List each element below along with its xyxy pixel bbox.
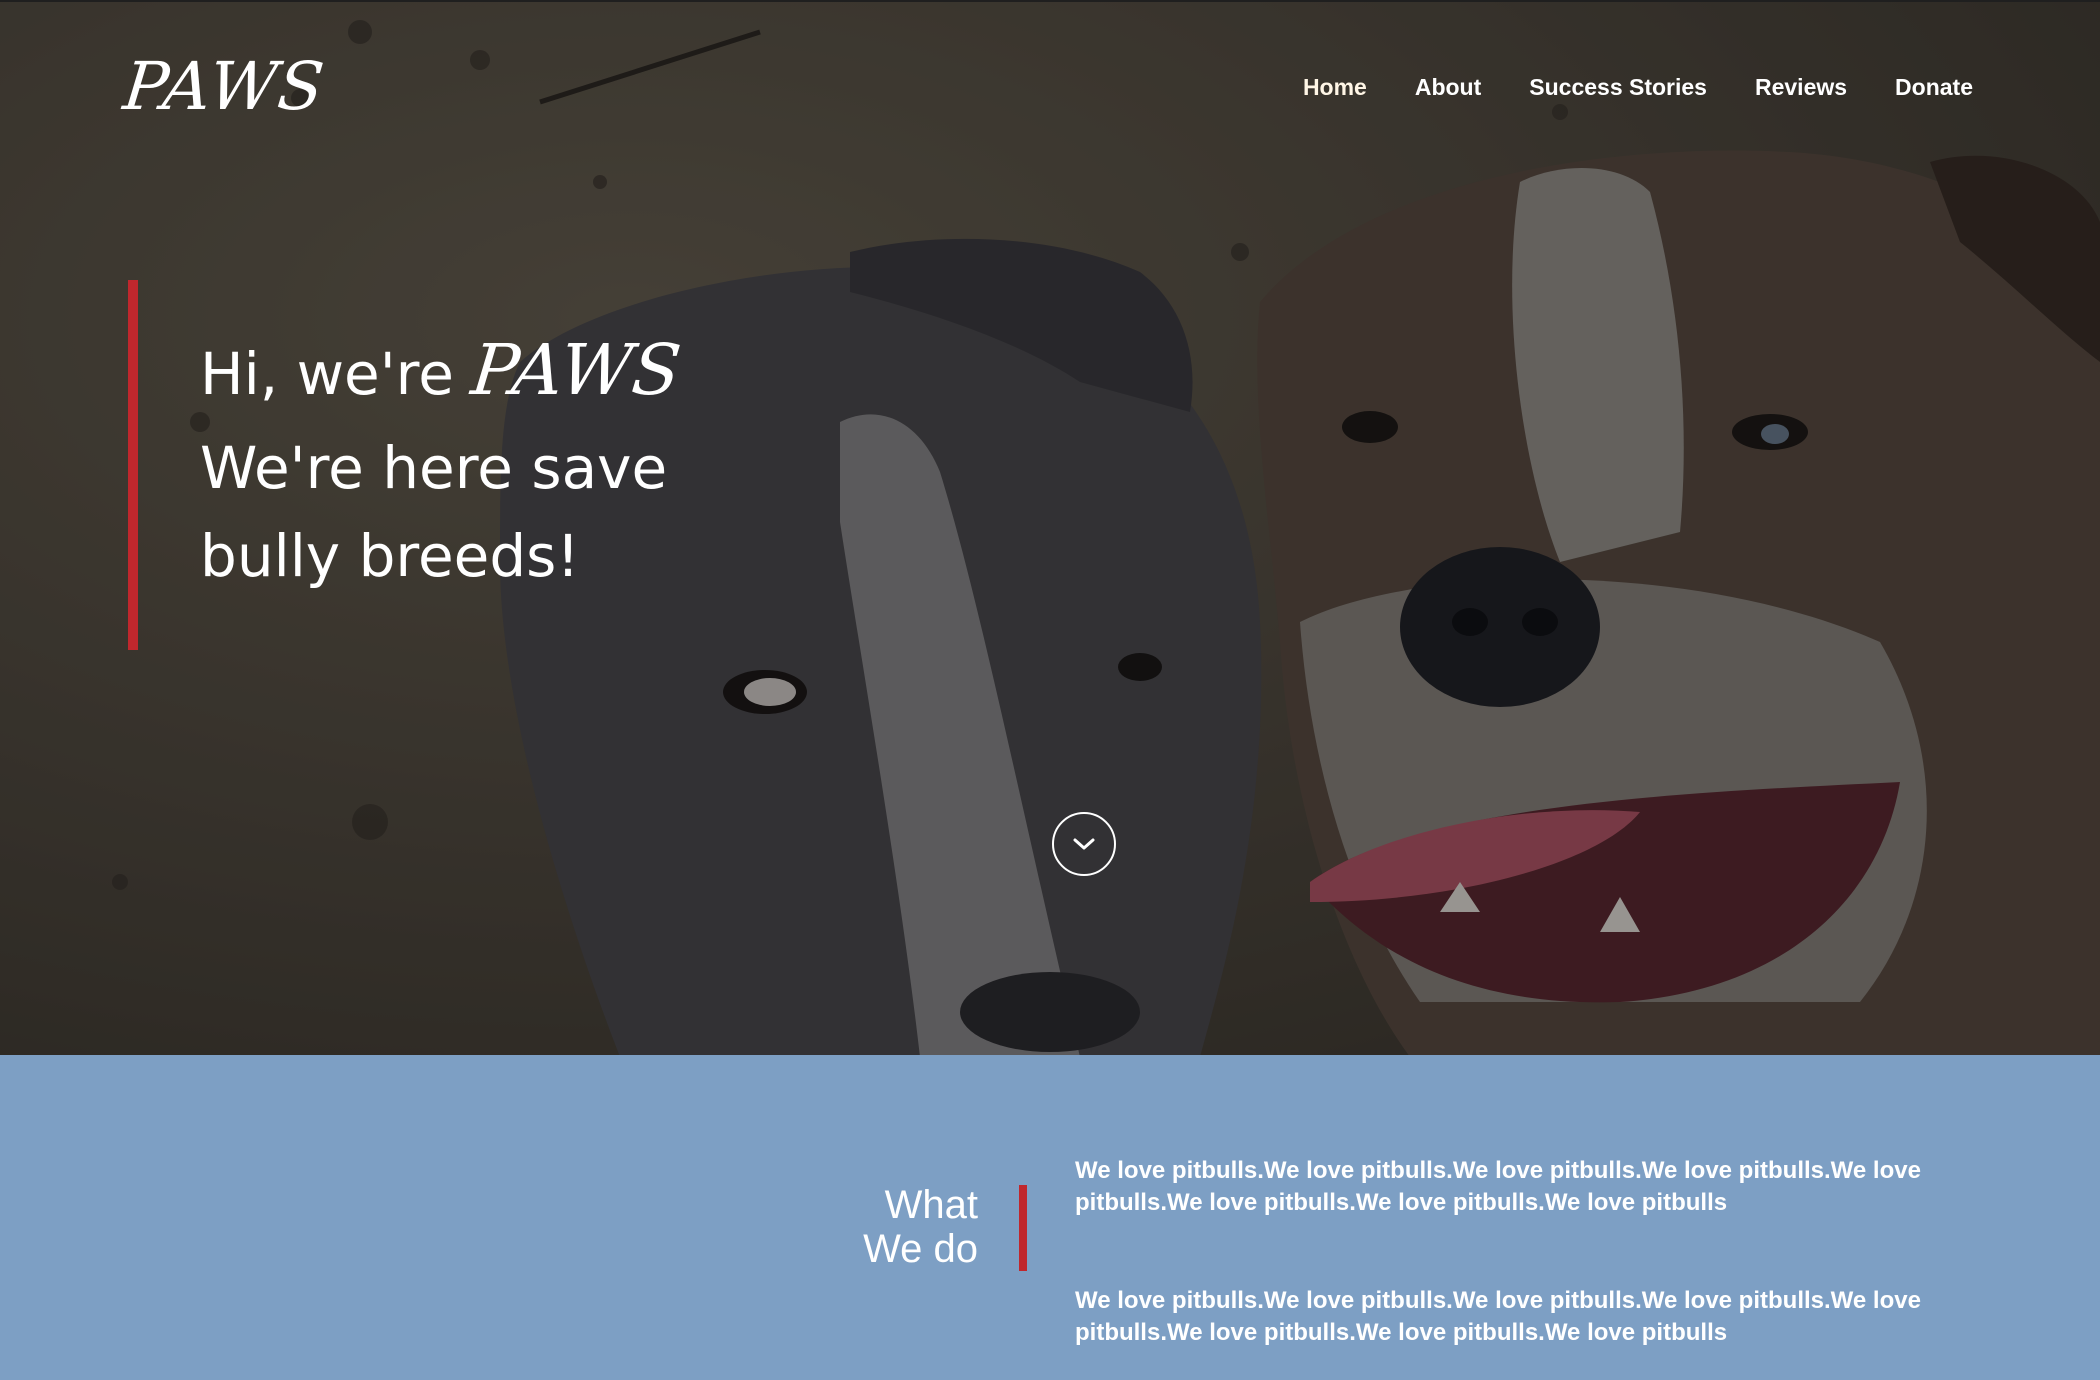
hero-heading: Hi, we're PAWS We're here save bully bre… — [200, 320, 685, 600]
nav-home[interactable]: Home — [1303, 74, 1367, 101]
hero-greeting: Hi, we're — [200, 340, 473, 408]
chevron-down-icon — [1073, 838, 1095, 850]
section-body: We love pitbulls.We love pitbulls.We lov… — [1075, 1155, 1955, 1380]
paragraph: We love pitbulls.We love pitbulls.We lov… — [1075, 1287, 1921, 1346]
section-title: What We do — [863, 1183, 978, 1271]
hero-greeting-line: Hi, we're PAWS — [200, 320, 685, 424]
main-nav: Home About Success Stories Reviews Donat… — [1303, 74, 1973, 101]
section-title-line2: We do — [863, 1227, 978, 1271]
nav-donate[interactable]: Donate — [1895, 74, 1973, 101]
hero-tagline-line1: We're here save — [200, 434, 668, 502]
hero-tagline-line2: bully breeds! — [200, 522, 580, 590]
hero-section: PAWS Home About Success Stories Reviews … — [0, 0, 2100, 1055]
brand-logo[interactable]: PAWS — [120, 48, 328, 125]
what-we-do-section: What We do We love pitbulls.We love pitb… — [0, 1055, 2100, 1380]
hero-brand: PAWS — [468, 329, 685, 411]
nav-about[interactable]: About — [1415, 74, 1481, 101]
nav-reviews[interactable]: Reviews — [1755, 74, 1847, 101]
section-title-line1: What — [884, 1183, 978, 1227]
paragraph: We love pitbulls.We love pitbulls.We lov… — [1075, 1157, 1921, 1216]
hero-accent-bar — [128, 280, 138, 650]
scroll-down-button[interactable] — [1052, 812, 1116, 876]
section-accent-bar — [1019, 1185, 1027, 1271]
page: PAWS Home About Success Stories Reviews … — [0, 0, 2100, 1380]
nav-success-stories[interactable]: Success Stories — [1529, 74, 1707, 101]
